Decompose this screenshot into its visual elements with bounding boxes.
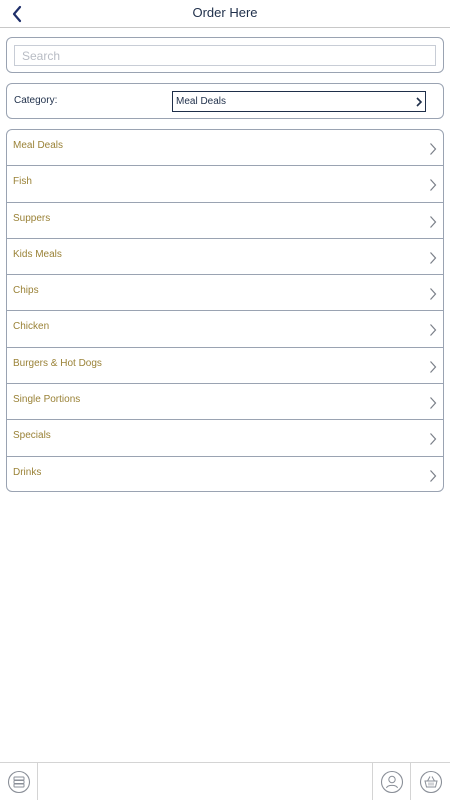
- tab-menu[interactable]: [0, 763, 38, 800]
- list-item-chicken[interactable]: Chicken: [7, 311, 443, 348]
- bottom-tab-bar: [0, 762, 450, 800]
- list-item-label: Specials: [13, 430, 51, 442]
- list-item-label: Single Portions: [13, 394, 81, 406]
- list-item-fish[interactable]: Fish: [7, 166, 443, 203]
- chevron-right-icon: [430, 288, 437, 301]
- chevron-right-icon: [430, 215, 437, 228]
- basket-icon: [419, 770, 442, 794]
- category-list: Meal Deals Fish Suppers Kids Meals Chips…: [6, 129, 444, 492]
- category-label: Category:: [14, 95, 58, 106]
- list-item-suppers[interactable]: Suppers: [7, 203, 443, 239]
- list-item-label: Chips: [13, 285, 39, 297]
- tab-account[interactable]: [372, 763, 411, 800]
- top-bar: Order Here: [0, 0, 450, 28]
- list-item-label: Drinks: [13, 466, 42, 478]
- chevron-right-icon: [430, 324, 437, 337]
- list-item-label: Fish: [13, 176, 32, 188]
- list-item-label: Meal Deals: [13, 140, 64, 151]
- chevron-right-icon: [430, 360, 437, 373]
- list-item-meal-deals[interactable]: Meal Deals: [7, 130, 443, 167]
- chevron-right-icon: [416, 97, 423, 107]
- list-item-single-portions[interactable]: Single Portions: [7, 384, 443, 421]
- chevron-right-icon: [430, 433, 437, 446]
- chevron-right-icon: [430, 143, 437, 155]
- list-item-label: Kids Meals: [13, 248, 62, 260]
- chevron-right-icon: [430, 179, 437, 192]
- category-selected-value: Meal Deals: [176, 96, 227, 107]
- chevron-right-icon: [430, 469, 437, 482]
- list-item-label: Suppers: [13, 212, 51, 224]
- chevron-right-icon: [430, 397, 437, 409]
- search-panel: [6, 37, 444, 73]
- list-item-label: Burgers & Hot Dogs: [13, 357, 102, 369]
- tab-basket[interactable]: [411, 763, 450, 800]
- search-input[interactable]: [14, 45, 436, 66]
- category-dropdown[interactable]: Meal Deals: [172, 91, 426, 112]
- list-item-kids-meals[interactable]: Kids Meals: [7, 239, 443, 276]
- page-title: Order Here: [192, 5, 258, 20]
- list-item-label: Chicken: [13, 321, 50, 333]
- list-item-specials[interactable]: Specials: [7, 420, 443, 457]
- menu-list-icon: [7, 770, 30, 794]
- chevron-right-icon: [430, 251, 437, 264]
- category-panel: Category: Meal Deals: [6, 83, 444, 119]
- list-item-drinks[interactable]: Drinks: [7, 457, 443, 491]
- user-icon: [380, 770, 403, 794]
- list-item-burgers-hot-dogs[interactable]: Burgers & Hot Dogs: [7, 348, 443, 385]
- list-item-chips[interactable]: Chips: [7, 275, 443, 312]
